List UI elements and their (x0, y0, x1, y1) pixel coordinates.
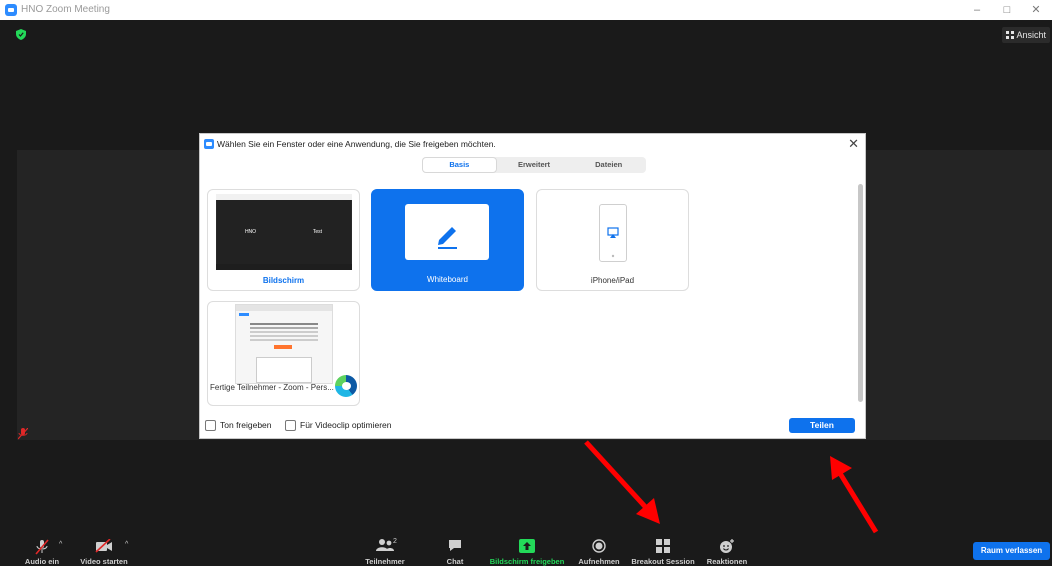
zoom-app-icon (5, 4, 17, 16)
record-button[interactable]: Aufnehmen (574, 530, 624, 566)
share-audio-checkbox[interactable] (205, 420, 216, 431)
security-shield-icon[interactable] (16, 29, 26, 40)
tab-erweitert[interactable]: Erweitert (497, 157, 572, 173)
breakout-session-button[interactable]: Breakout Session (630, 530, 696, 566)
tile-browser-label: Fertige Teilnehmer - Zoom - Pers... (210, 383, 334, 392)
dialog-scrollbar[interactable] (858, 184, 863, 402)
breakout-rooms-icon (656, 539, 670, 553)
dialog-title: Wählen Sie ein Fenster oder eine Anwendu… (217, 139, 496, 149)
muted-mic-icon (18, 428, 28, 440)
close-window-button[interactable]: ✕ (1024, 2, 1048, 18)
participants-icon (376, 539, 394, 551)
leave-meeting-button[interactable]: Raum verlassen (973, 542, 1050, 560)
video-options-caret[interactable]: ^ (125, 541, 128, 548)
pencil-icon (438, 227, 457, 249)
participants-count: 2 (393, 538, 397, 545)
tile-browser-window[interactable]: Fertige Teilnehmer - Zoom - Pers... (207, 301, 360, 406)
share-button[interactable]: Teilen (789, 418, 855, 433)
airplay-icon (607, 227, 619, 258)
participants-button[interactable]: 2 Teilnehmer (362, 530, 408, 566)
minimize-button[interactable]: – (965, 2, 989, 18)
optimize-video-label: Für Videoclip optimieren (300, 420, 392, 430)
zoom-dialog-icon (204, 139, 214, 149)
share-dialog: Wählen Sie ein Fenster oder eine Anwendu… (199, 133, 866, 439)
whiteboard-preview (405, 204, 489, 260)
dialog-close-button[interactable]: ✕ (848, 136, 859, 152)
optimize-video-checkbox[interactable] (285, 420, 296, 431)
audio-button[interactable]: Audio ein (22, 530, 62, 566)
annotation-arrow-icon (584, 440, 660, 524)
window-title: HNO Zoom Meeting (21, 4, 110, 15)
record-icon (592, 539, 606, 553)
audio-options-caret[interactable]: ^ (59, 541, 62, 548)
share-tabs: Basis Erweitert Dateien (422, 157, 646, 173)
window-titlebar: HNO Zoom Meeting – □ ✕ (0, 0, 1052, 20)
tab-basis[interactable]: Basis (422, 157, 497, 173)
annotation-arrow-icon (830, 456, 879, 534)
video-off-icon (95, 539, 112, 553)
share-screen-button[interactable]: Bildschirm freigeben (486, 530, 568, 566)
edge-browser-icon (335, 375, 357, 397)
reactions-button[interactable]: Reaktionen (704, 530, 750, 566)
tile-iphone-label: iPhone/iPad (590, 276, 635, 285)
share-screen-icon (519, 539, 535, 553)
dialog-footer: Ton freigeben Für Videoclip optimieren T… (200, 410, 865, 438)
tile-whiteboard-label: Whiteboard (427, 275, 468, 284)
tab-dateien[interactable]: Dateien (571, 157, 646, 173)
share-audio-label: Ton freigeben (220, 420, 272, 430)
tile-screen-label: Bildschirm (262, 276, 305, 285)
tile-screen[interactable]: HNO Test Bildschirm (207, 189, 360, 291)
tile-whiteboard[interactable]: Whiteboard (371, 189, 524, 291)
view-button[interactable]: Ansicht (1002, 27, 1050, 43)
view-label: Ansicht (1016, 30, 1046, 40)
browser-window-preview (235, 304, 333, 384)
reactions-icon (720, 539, 734, 553)
meeting-toolbar: Audio ein ^ Video starten ^ 2 Teilnehmer… (0, 530, 1052, 566)
chat-button[interactable]: Chat (440, 530, 470, 566)
grid-icon (1006, 31, 1015, 39)
screen-preview: HNO Test (216, 194, 352, 270)
tile-iphone-ipad[interactable]: iPhone/iPad (536, 189, 689, 291)
screen-preview-right-label: Test (284, 200, 351, 264)
muted-mic-icon (35, 539, 49, 555)
maximize-button[interactable]: □ (995, 2, 1019, 18)
chat-icon (449, 540, 461, 551)
screen-preview-left-label: HNO (217, 200, 284, 264)
phone-icon (599, 204, 627, 262)
